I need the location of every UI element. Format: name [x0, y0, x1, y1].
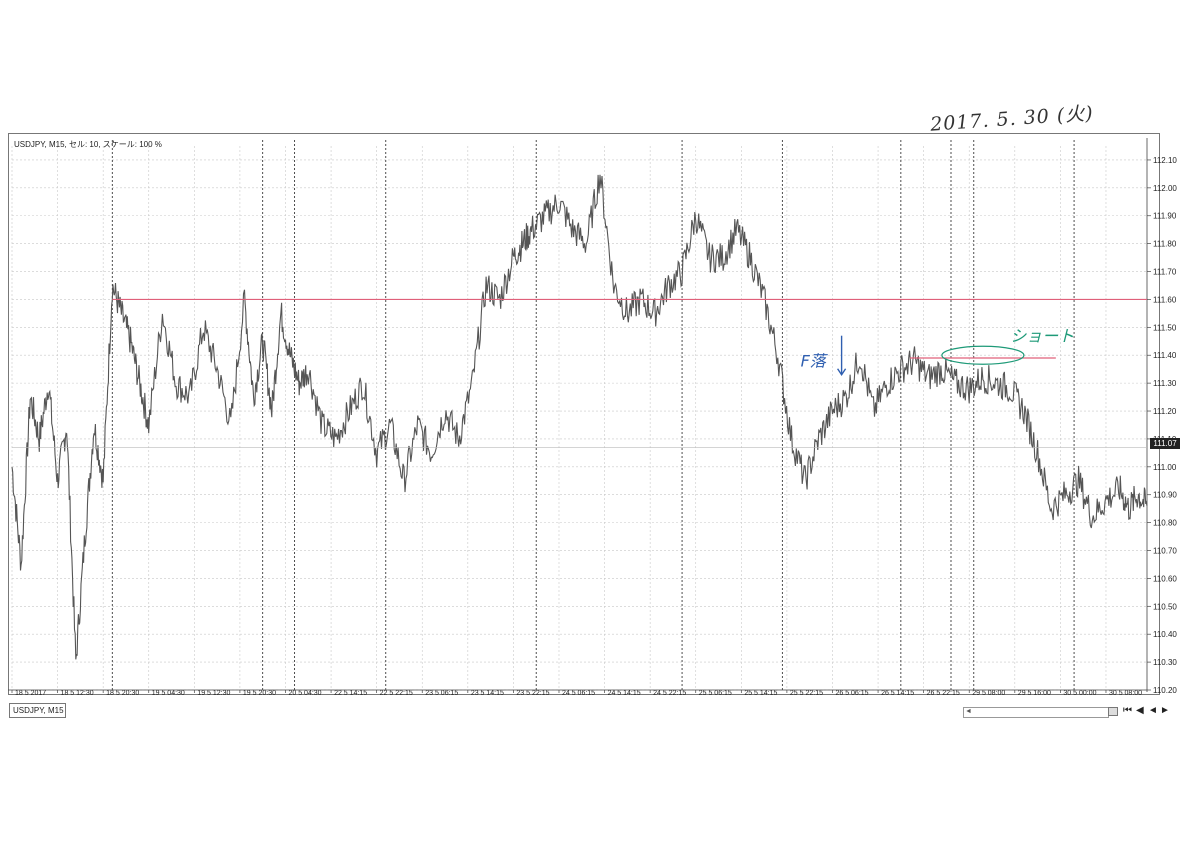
scrollbar-track[interactable] — [963, 707, 1109, 718]
x-tick-label: 24 5 22:15 — [653, 690, 686, 697]
chart-plot[interactable]: 112.10 112.00 111.90 111.80 111.70 111.60 111.… — [0, 0, 1200, 848]
y-tick-label: 112.10 — [1153, 156, 1177, 165]
y-tick-label: 111.50 — [1153, 323, 1177, 332]
x-tick-label: 24 5 06:15 — [562, 690, 595, 697]
annotation-ellipse — [941, 345, 1025, 365]
y-tick-label: 110.80 — [1153, 519, 1177, 528]
y-tick-label: 110.20 — [1153, 686, 1177, 695]
symbol-tab[interactable]: USDJPY, M15 — [9, 703, 66, 718]
y-tick-label: 110.90 — [1153, 491, 1177, 500]
chart-header: USDJPY, M15, セル: 10, スケール: 100 % — [14, 140, 162, 149]
x-tick-label: 29 5 16:00 — [1018, 690, 1051, 697]
y-tick-label: 111.60 — [1153, 295, 1177, 304]
x-tick-label: 18 5 12:30 — [61, 690, 94, 697]
y-tick-label: 111.30 — [1153, 379, 1177, 388]
x-tick-label: 20 5 04:30 — [288, 690, 321, 697]
x-tick-label: 19 5 20:30 — [243, 690, 276, 697]
nav-first-icon[interactable]: ⏮ — [1123, 705, 1132, 717]
y-tick-label: 110.30 — [1153, 658, 1177, 667]
nav-prev-icon[interactable]: ◄ — [1148, 705, 1158, 717]
y-tick-label: 111.40 — [1153, 351, 1177, 360]
x-tick-label: 22 5 14:15 — [334, 690, 367, 697]
y-tick-label: 111.90 — [1153, 212, 1177, 221]
x-tick-label: 18 5 2017 — [15, 690, 46, 697]
y-tick-label: 111.80 — [1153, 240, 1177, 249]
scroll-left-icon[interactable]: ◄ — [965, 707, 972, 716]
y-tick-label: 111.00 — [1153, 463, 1177, 472]
annotation-text: F落 — [801, 351, 829, 370]
x-tick-label: 25 5 22:15 — [790, 690, 823, 697]
x-tick-label: 23 5 22:15 — [516, 690, 549, 697]
x-tick-label: 22 5 22:15 — [380, 690, 413, 697]
x-tick-label: 26 5 06:15 — [835, 690, 868, 697]
x-tick-label: 25 5 14:15 — [744, 690, 777, 697]
y-tick-label: 112.00 — [1153, 184, 1177, 193]
x-tick-label: 26 5 14:15 — [881, 690, 914, 697]
annotation-text: ショート — [1010, 326, 1074, 345]
y-tick-label: 110.70 — [1153, 547, 1177, 556]
x-tick-label: 30 5 08:00 — [1109, 690, 1142, 697]
y-tick-label: 111.70 — [1153, 268, 1177, 277]
y-tick-label: 110.50 — [1153, 602, 1177, 611]
x-tick-label: 19 5 04:30 — [152, 690, 185, 697]
x-tick-label: 24 5 14:15 — [608, 690, 641, 697]
y-tick-label: 110.60 — [1153, 574, 1177, 583]
last-price-tag: 111.07 — [1150, 438, 1180, 449]
y-tick-label: 110.40 — [1153, 630, 1177, 639]
nav-next-icon[interactable]: ► — [1160, 705, 1170, 717]
nav-prev-page-icon[interactable]: ◀ — [1136, 705, 1144, 717]
scrollbar-thumb[interactable] — [1108, 707, 1118, 716]
x-tick-label: 26 5 22:15 — [927, 690, 960, 697]
x-tick-label: 23 5 06:15 — [425, 690, 458, 697]
x-tick-label: 25 5 06:15 — [699, 690, 732, 697]
x-tick-label: 29 5 08:00 — [972, 690, 1005, 697]
x-tick-label: 30 5 00:00 — [1063, 690, 1096, 697]
x-tick-label: 23 5 14:15 — [471, 690, 504, 697]
x-tick-label: 18 5 20:30 — [106, 690, 139, 697]
y-tick-label: 111.20 — [1153, 407, 1177, 416]
price-line-series — [11, 174, 1148, 660]
x-tick-label: 19 5 12:30 — [197, 690, 230, 697]
